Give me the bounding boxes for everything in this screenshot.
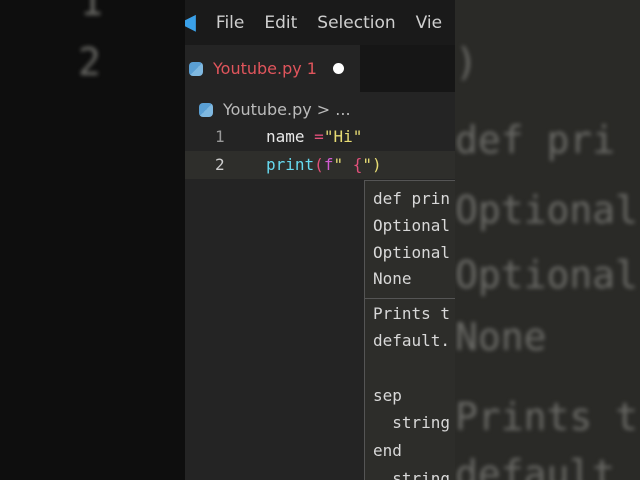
code-token: " <box>333 155 344 174</box>
signature-help-popup: def prin Optional Optional None Prints t… <box>364 180 455 480</box>
menu-edit[interactable]: Edit <box>264 13 297 33</box>
title-bar: ◀ File Edit Selection Vie <box>185 0 455 45</box>
unsaved-dot-icon[interactable] <box>332 63 344 74</box>
breadcrumb-separator: > <box>316 100 331 119</box>
code-token: print <box>266 155 315 174</box>
code-token: name <box>266 127 315 146</box>
menu-selection[interactable]: Selection <box>317 13 395 33</box>
bg-text: Prints t <box>455 395 639 439</box>
breadcrumb-file[interactable]: Youtube.py <box>223 100 312 119</box>
vscode-logo-icon: ◀ <box>185 9 196 35</box>
menu-view[interactable]: Vie <box>416 13 442 33</box>
code-token: ( <box>314 155 324 174</box>
blurred-background-right: ) def pri Optional Optional None Prints … <box>455 0 640 480</box>
code-token: "Hi" <box>323 127 363 146</box>
bg-text: None <box>455 315 547 359</box>
editor[interactable]: Youtube.py > ... 1 name ="Hi" 2 print(f"… <box>185 92 455 480</box>
bg-text: ) <box>455 40 478 84</box>
tab-youtube-py[interactable]: Youtube.py 1 <box>185 45 360 92</box>
code-token: ") <box>362 155 382 174</box>
tab-label: Youtube.py <box>213 59 302 78</box>
code-text: print(f" {") <box>266 151 382 179</box>
doc-line: string <box>373 413 451 432</box>
doc-line: Prints t <box>373 304 451 323</box>
bg-text: Optional <box>455 253 639 297</box>
doc-line: end <box>373 441 402 460</box>
python-file-icon <box>199 102 213 117</box>
python-file-icon <box>189 61 203 76</box>
bg-text: 1 <box>80 0 103 24</box>
code-token: f <box>323 155 334 174</box>
signature-line: Optional <box>373 243 451 262</box>
line-number: 2 <box>215 155 225 174</box>
code-text: name ="Hi" <box>266 123 362 151</box>
bg-text: def pri <box>455 118 616 162</box>
blurred-background-left: 1 2 <box>0 0 185 480</box>
doc-line: string <box>373 469 451 480</box>
menu-file[interactable]: File <box>216 13 244 33</box>
bg-text: Optional <box>455 188 639 232</box>
code-token: = <box>314 127 324 146</box>
bg-text: default <box>455 452 616 480</box>
tab-bar: Youtube.py 1 <box>185 45 455 92</box>
doc-line: default. <box>373 331 451 350</box>
code-token: { <box>343 155 363 174</box>
problems-count: 1 <box>306 59 317 78</box>
divider <box>365 298 455 299</box>
signature-line: Optional <box>373 216 451 235</box>
signature-line: def prin <box>373 189 451 208</box>
breadcrumb-more[interactable]: ... <box>335 100 350 119</box>
signature-line: None <box>373 269 412 288</box>
vscode-window: ◀ File Edit Selection Vie Youtube.py 1 Y… <box>185 0 455 480</box>
code-line-current[interactable]: 2 print(f" {") <box>185 151 455 179</box>
doc-line: sep <box>373 386 402 405</box>
breadcrumb: Youtube.py > ... <box>199 100 351 119</box>
line-number: 1 <box>215 127 225 146</box>
bg-text: 2 <box>78 40 101 84</box>
code-line[interactable]: 1 name ="Hi" <box>185 123 455 151</box>
